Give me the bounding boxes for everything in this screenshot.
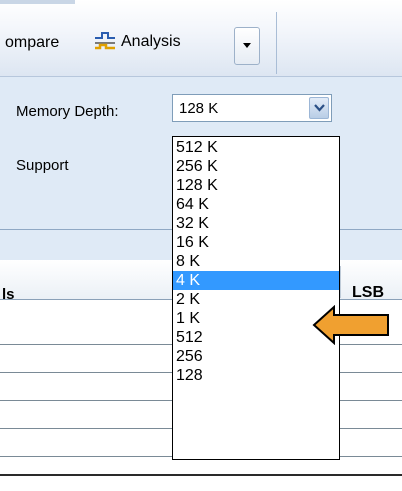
compare-button[interactable]: ompare <box>5 34 59 52</box>
support-label: Support <box>16 157 69 174</box>
column-header-lsb[interactable]: LSB <box>352 284 384 302</box>
option-256k[interactable]: 256 K <box>173 157 339 176</box>
option-128k[interactable]: 128 K <box>173 176 339 195</box>
callout-arrow-icon <box>312 305 389 345</box>
column-divider[interactable] <box>340 266 341 298</box>
column-header-ls[interactable]: ls <box>2 286 15 303</box>
memory-depth-value: 128 K <box>179 100 219 117</box>
analysis-label: Analysis <box>121 33 181 50</box>
chevron-down-icon <box>314 104 325 112</box>
toolbar: ompare Analysis <box>0 0 402 77</box>
option-64k[interactable]: 64 K <box>173 195 339 214</box>
memory-depth-dropdown-button[interactable] <box>309 97 329 119</box>
toolbar-top-line <box>0 0 75 4</box>
option-16k[interactable]: 16 K <box>173 233 339 252</box>
option-4k[interactable]: 4 K <box>173 271 339 290</box>
chevron-down-icon <box>243 43 251 48</box>
option-256[interactable]: 256 <box>173 347 339 366</box>
table-bottom-line <box>0 474 402 476</box>
memory-depth-select[interactable]: 128 K <box>172 94 332 122</box>
analysis-dropdown-button[interactable] <box>234 27 260 65</box>
option-512k[interactable]: 512 K <box>173 138 339 157</box>
memory-depth-options-list[interactable]: 512 K 256 K 128 K 64 K 32 K 16 K 8 K 4 K… <box>172 136 340 460</box>
memory-depth-label: Memory Depth: <box>16 103 119 120</box>
toolbar-separator <box>276 12 277 74</box>
analysis-button[interactable]: Analysis <box>92 26 181 58</box>
option-128[interactable]: 128 <box>173 366 339 385</box>
analysis-icon <box>95 32 115 50</box>
option-32k[interactable]: 32 K <box>173 214 339 233</box>
option-8k[interactable]: 8 K <box>173 252 339 271</box>
